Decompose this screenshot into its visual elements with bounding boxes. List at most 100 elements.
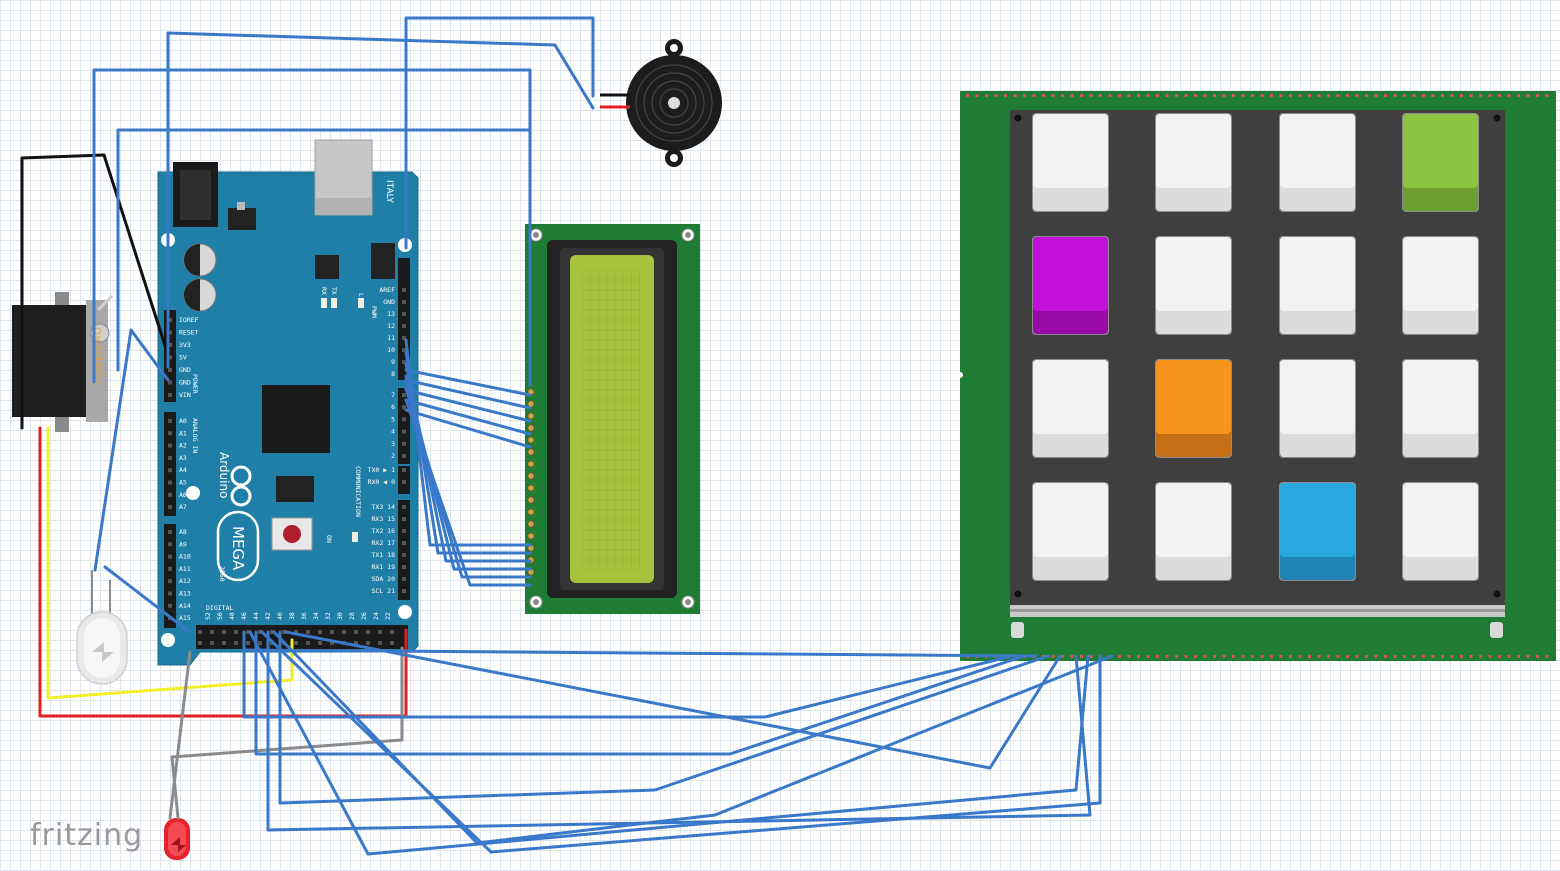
pin-label: 52 [204,612,212,620]
pin-label: 53 [205,655,213,663]
keypad-screw [1014,114,1022,122]
pin-label: TX0 ▶ 1 [368,466,395,474]
keypad-clip [1490,622,1503,638]
keypad-key[interactable] [1155,359,1232,458]
pin-label: 34 [312,612,320,620]
wire-red-led [168,650,192,820]
label-2560: 2560 [218,566,226,582]
label-power: POWER [191,374,199,394]
keypad-key[interactable] [1402,113,1479,212]
fritzing-watermark: fritzing [30,818,144,853]
pin-label: TX2 16 [372,527,396,535]
pin-label: SCL 21 [372,587,396,595]
pin-label: 5 [391,415,395,423]
pin-label: 23 [385,655,393,663]
comm-header [398,500,410,600]
pin-label: 11 [387,334,395,342]
pin-label: 27 [361,655,369,663]
label-italy: ITALY [384,180,394,203]
keypad-clip [1011,622,1024,638]
lcd-pin [527,436,535,444]
pin-label: SDA 20 [372,575,396,583]
keypad-key[interactable] [1032,482,1109,581]
pin-label: IOREF [179,316,199,324]
label-communication: COMMUNICATION [354,466,362,517]
pin-label: 24 [372,612,380,620]
pin-label: A1 [179,429,187,437]
pin-label: GND [383,298,395,306]
piezo-buzzer [600,39,722,167]
pin-label: A5 [179,479,187,487]
label-mega: MEGA [229,526,247,571]
lcd-pin [527,460,535,468]
lcd-pin [527,508,535,516]
pin-label: 38 [288,612,296,620]
servo-motor: TOWERPRO [12,292,114,432]
lcd-pin [527,496,535,504]
keypad-key[interactable] [1032,359,1109,458]
chip-usb [315,255,339,279]
pin-label: A0 [179,417,187,425]
pin-label: 33 [325,655,333,663]
keypad-key[interactable] [1155,482,1232,581]
keypad-key[interactable] [1155,236,1232,335]
pin-label: 3V3 [179,341,191,349]
pin-label: A4 [179,466,187,474]
pin-label: 36 [300,612,308,620]
label-on: ON [325,535,333,543]
pin-label: 49 [229,655,237,663]
keypad-key[interactable] [1155,113,1232,212]
pin-label: 48 [228,612,236,620]
keypad-key[interactable] [1279,482,1356,581]
lcd-pin [527,484,535,492]
pin-label: A8 [179,528,187,536]
pin-label: 32 [324,612,332,620]
keypad-key[interactable] [1402,359,1479,458]
pin-label: 22 [384,612,392,620]
wire-lcd-data [404,368,532,397]
pin-label: 8 [391,370,395,378]
pin-label: RX2 17 [372,539,396,547]
lcd-pin [527,448,535,456]
pin-label: 9 [391,358,395,366]
pin-label: A9 [179,540,187,548]
pin-label: GND [179,379,191,387]
keypad-key[interactable] [1402,482,1479,581]
pin-label: 10 [387,346,395,354]
lcd-pin [527,412,535,420]
arduino-mega-2560: IOREF RESET 3V3 5V GND GND VIN A0 A1 A2 A3 A4 A5 A6 A7… [157,139,419,666]
pin-label: 29 [349,655,357,663]
pin-label: 30 [336,612,344,620]
regulator [228,208,256,230]
pin-label: A14 [179,602,191,610]
keypad-key[interactable] [1279,113,1356,212]
servo-body [12,305,92,417]
label-analog-in: ANALOG IN [191,418,199,453]
pin-label: A13 [179,590,191,598]
pin-label: TX1 18 [372,551,396,559]
keypad-key[interactable] [1402,236,1479,335]
pin-label: 44 [252,612,260,620]
pin-label: RESET [179,329,199,337]
pin-label: 35 [313,655,321,663]
pin-label: A6 [179,491,187,499]
keypad-key[interactable] [1032,113,1109,212]
pin-label: 3 [391,440,395,448]
pin-label: 40 [276,612,284,620]
keypad-key[interactable] [1032,236,1109,335]
pin-label: A2 [179,442,187,450]
keypad-key[interactable] [1279,236,1356,335]
pin-label: 12 [387,322,395,330]
lcd-pin [527,520,535,528]
keypad-key[interactable] [1279,359,1356,458]
keypad-screw [1493,590,1501,598]
label-tx: TX [330,287,338,295]
pin-label: 46 [240,612,248,620]
pin-label: A11 [179,565,191,573]
pin-label: 26 [360,612,368,620]
icsp-header-2 [276,476,314,502]
label-rx: RX [320,287,328,295]
analog-header-1 [164,412,176,516]
pin-label: 50 [216,612,224,620]
pin-label: AREF [379,286,395,294]
